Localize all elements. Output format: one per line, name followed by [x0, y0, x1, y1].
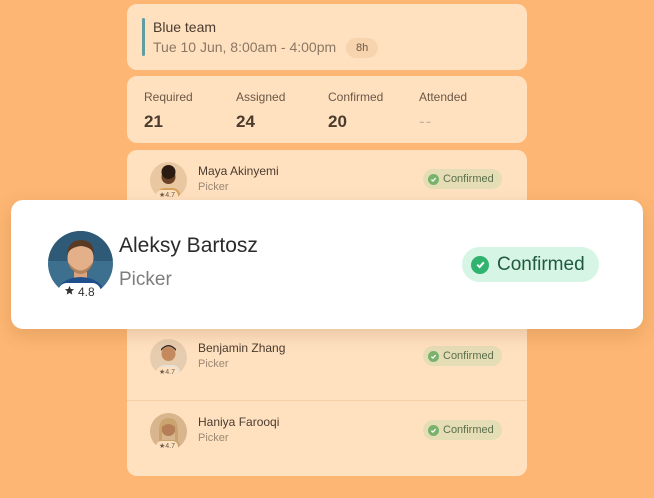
status-label: Confirmed: [497, 254, 585, 275]
rating-badge: ★4.7: [156, 367, 179, 378]
worker-role: Picker: [119, 269, 172, 290]
check-icon: [428, 424, 439, 436]
status-badge: Confirmed: [423, 169, 502, 189]
status-label: Confirmed: [443, 350, 494, 362]
stat-label: Required: [144, 90, 193, 104]
worker-row[interactable]: ★4.7 Benjamin Zhang Picker Confirmed: [127, 326, 527, 398]
worker-name: Benjamin Zhang: [198, 341, 286, 355]
shift-team-name: Blue team: [153, 19, 217, 35]
check-icon: [471, 255, 489, 274]
worker-role: Picker: [198, 181, 229, 193]
status-label: Confirmed: [443, 173, 494, 185]
stat-label: Confirmed: [328, 90, 384, 104]
status-badge: Confirmed: [423, 420, 502, 440]
check-icon: [428, 350, 439, 362]
rating-value: 4.7: [165, 369, 176, 376]
stat-assigned: Assigned 24: [236, 90, 285, 132]
worker-role: Picker: [198, 358, 229, 370]
status-label: Confirmed: [443, 424, 494, 436]
staffing-stats-card: Required 21 Assigned 24 Confirmed 20 Att…: [127, 76, 527, 143]
status-badge: Confirmed: [462, 247, 599, 282]
shift-card[interactable]: Blue team Tue 10 Jun, 8:00am - 4:00pm 8h: [127, 4, 527, 70]
rating-value: 4.8: [78, 285, 95, 299]
rating-badge: 4.8: [58, 283, 101, 301]
worker-name: Haniya Farooqi: [198, 415, 280, 429]
star-icon: [64, 283, 75, 301]
shift-duration-badge: 8h: [346, 38, 379, 58]
stat-label: Assigned: [236, 90, 286, 104]
worker-name: Maya Akinyemi: [198, 164, 279, 178]
rating-value: 4.7: [165, 192, 176, 199]
worker-role: Picker: [198, 432, 229, 444]
stat-required: Required 21: [144, 90, 193, 132]
stat-attended: Attended --: [419, 90, 467, 132]
stat-value: 21: [144, 112, 163, 131]
featured-worker-card[interactable]: 4.8 Aleksy Bartosz Picker Confirmed: [11, 200, 643, 329]
stat-value: 24: [236, 112, 255, 131]
rating-value: 4.7: [165, 443, 176, 450]
rating-badge: ★4.7: [156, 441, 179, 452]
stat-value: --: [419, 112, 433, 131]
team-color-bar: [142, 18, 145, 56]
stat-value: 20: [328, 112, 347, 131]
stat-confirmed: Confirmed 20: [328, 90, 383, 132]
status-badge: Confirmed: [423, 346, 502, 366]
shift-time: Tue 10 Jun, 8:00am - 4:00pm: [153, 39, 337, 55]
stat-label: Attended: [419, 90, 468, 104]
worker-row[interactable]: ★4.7 Haniya Farooqi Picker Confirmed: [127, 400, 527, 472]
check-icon: [428, 173, 439, 185]
worker-name: Aleksy Bartosz: [119, 234, 258, 257]
